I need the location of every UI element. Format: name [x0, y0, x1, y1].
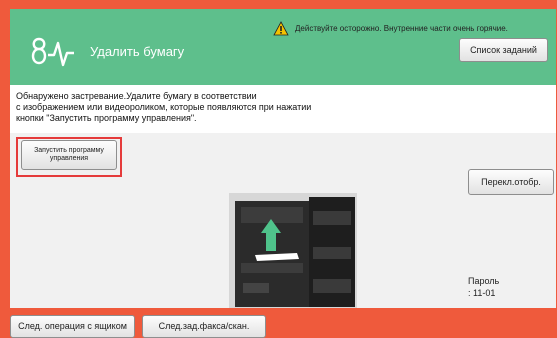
- launch-guide-label: Запустить программу управления: [34, 146, 104, 162]
- mailbox-next-label: След. операция с ящиком: [18, 321, 127, 332]
- warning-banner: Действуйте осторожно. Внутренние части о…: [273, 20, 508, 36]
- launch-guide-button[interactable]: Запустить программу управления: [21, 140, 117, 170]
- main-screen: Удалить бумагу Действуйте осторожно. Вну…: [10, 9, 556, 317]
- wavy-line-logo-icon: [31, 37, 74, 67]
- password-value: : 11-01: [468, 288, 496, 298]
- warning-triangle-icon: [273, 20, 289, 35]
- message-panel: Обнаружено застревание.Удалите бумагу в …: [10, 85, 556, 133]
- mailbox-next-button[interactable]: След. операция с ящиком: [10, 315, 135, 338]
- printer-jam-illustration: [229, 193, 357, 311]
- switch-display-button[interactable]: Перекл.отобр.: [468, 169, 554, 195]
- header-bar: Удалить бумагу Действуйте осторожно. Вну…: [10, 9, 556, 85]
- fax-scan-next-label: След.зад.факса/скан.: [158, 321, 250, 332]
- warning-text: Действуйте осторожно. Внутренние части о…: [295, 23, 508, 33]
- page-title: Удалить бумагу: [90, 44, 185, 59]
- jam-message: Обнаружено застревание.Удалите бумагу в …: [16, 91, 312, 123]
- job-list-button[interactable]: Список заданий: [459, 38, 548, 62]
- fax-scan-next-button[interactable]: След.зад.факса/скан.: [142, 315, 266, 338]
- password-label: Пароль: [468, 276, 500, 286]
- job-list-label: Список заданий: [470, 44, 537, 55]
- password-status: Пароль : 11-01: [468, 275, 499, 299]
- switch-display-label: Перекл.отобр.: [481, 176, 541, 187]
